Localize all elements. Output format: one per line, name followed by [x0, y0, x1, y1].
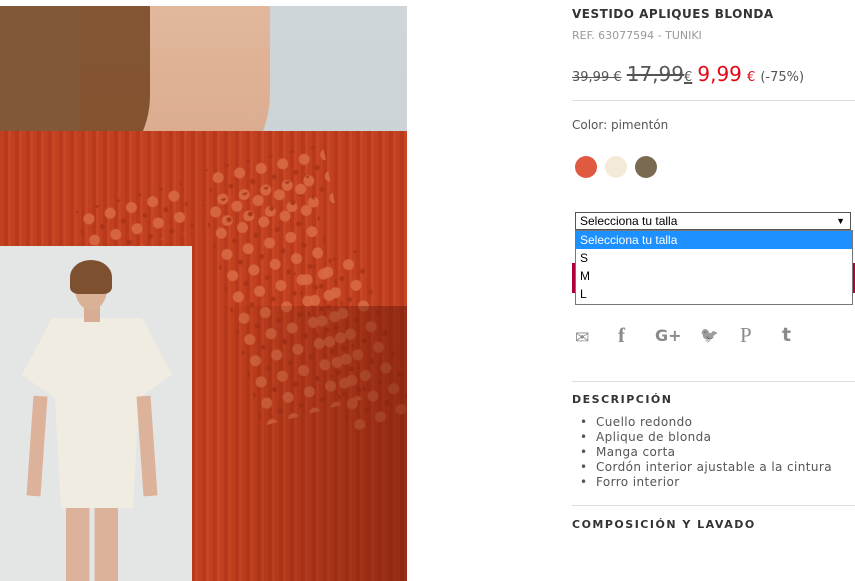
size-options-list: Selecciona tu talla S M L	[575, 230, 853, 305]
product-thumbnail-image[interactable]	[0, 246, 192, 581]
swatch-pimenton[interactable]	[575, 156, 597, 178]
list-item: Cuello redondo	[580, 415, 832, 430]
description-title[interactable]: DESCRIPCIÓN	[572, 393, 673, 406]
list-item: Aplique de blonda	[580, 430, 832, 445]
size-option-placeholder[interactable]: Selecciona tu talla	[576, 231, 852, 249]
thumb-arm	[26, 395, 48, 497]
size-select-value: Selecciona tu talla	[580, 214, 678, 228]
google-plus-icon[interactable]: G+	[655, 326, 682, 345]
size-option-l[interactable]: L	[576, 285, 852, 303]
facebook-icon[interactable]: f	[618, 323, 625, 348]
thumb-legs	[66, 508, 118, 581]
tumblr-icon[interactable]: t	[782, 324, 791, 346]
product-main-image[interactable]	[0, 6, 407, 581]
divider	[572, 100, 855, 101]
price-previous: 17,99€	[627, 62, 693, 86]
composition-title[interactable]: COMPOSICIÓN Y LAVADO	[572, 518, 756, 531]
product-title: VESTIDO APLIQUES BLONDA	[572, 7, 774, 21]
mail-icon[interactable]: ✉	[575, 328, 589, 348]
description-list: Cuello redondo Aplique de blonda Manga c…	[580, 415, 832, 490]
price-original: 39,99 €	[572, 70, 622, 85]
swatch-crudo[interactable]	[605, 156, 627, 178]
list-item: Cordón interior ajustable a la cintura	[580, 460, 832, 475]
price-current-currency: €	[746, 70, 756, 85]
size-option-m[interactable]: M	[576, 267, 852, 285]
thumb-hair	[70, 260, 112, 294]
chevron-down-icon: ▼	[836, 216, 845, 226]
size-option-s[interactable]: S	[576, 249, 852, 267]
divider	[572, 381, 855, 382]
price-previous-amount: 17,99	[626, 62, 684, 86]
thumb-arm	[136, 395, 158, 497]
list-item: Forro interior	[580, 475, 832, 490]
size-select[interactable]: Selecciona tu talla ▼	[575, 212, 851, 230]
twitter-icon[interactable]: 🐦	[700, 326, 719, 344]
discount-badge: (-75%)	[760, 70, 805, 85]
pinterest-icon[interactable]: P	[740, 323, 752, 348]
list-item: Manga corta	[580, 445, 832, 460]
swatch-marron[interactable]	[635, 156, 657, 178]
dress-shadow	[217, 306, 407, 581]
divider	[572, 505, 855, 506]
price-block: 39,99 € 17,99€ 9,99 € (-75%)	[572, 62, 804, 86]
product-ref: REF. 63077594 - TUNIKI	[572, 29, 702, 42]
color-label: Color: pimentón	[572, 118, 669, 132]
price-current: 9,99	[697, 62, 742, 86]
price-previous-currency: €	[683, 70, 693, 85]
